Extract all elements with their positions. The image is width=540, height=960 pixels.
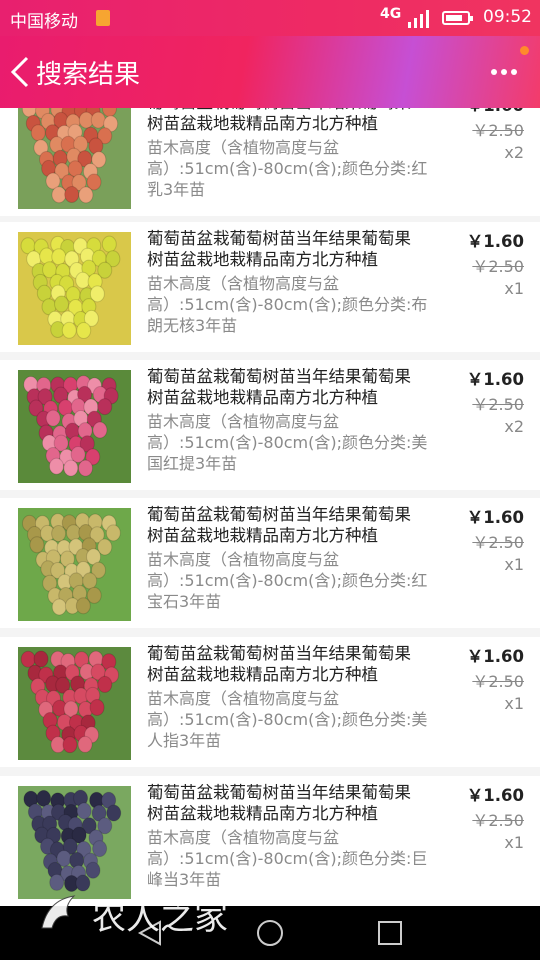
- product-spec: 苗木高度（含植物高度与盆高）:51cm(含)-80cm(含);颜色分类:美国红提…: [147, 412, 428, 473]
- product-spec: 苗木高度（含植物高度与盆高）:51cm(含)-80cm(含);颜色分类:红宝石3…: [147, 550, 428, 611]
- product-name: 葡萄苗盆栽葡萄树苗当年结果葡萄果树苗盆栽地栽精品南方北方种植: [147, 783, 411, 823]
- list-item[interactable]: 葡萄苗盆栽葡萄树苗当年结果葡萄果树苗盆栽地栽精品南方北方种植 苗木高度（含植物高…: [0, 637, 540, 767]
- list-item[interactable]: 葡萄苗盆栽葡萄树苗当年结果葡萄果树苗盆栽地栽精品南方北方种植 苗木高度（含植物高…: [0, 108, 540, 216]
- list-item[interactable]: 葡萄苗盆栽葡萄树苗当年结果葡萄果树苗盆栽地栽精品南方北方种植 苗木高度（含植物高…: [0, 222, 540, 352]
- clock: 09:52: [483, 7, 532, 27]
- chevron-left-icon[interactable]: [8, 55, 32, 89]
- product-name: 葡萄苗盆栽葡萄树苗当年结果葡萄果树苗盆栽地栽精品南方北方种植: [147, 108, 411, 133]
- watermark-logo-icon: [41, 895, 76, 929]
- product-image: [18, 370, 131, 483]
- circle-home-icon[interactable]: [256, 919, 284, 947]
- product-image: [18, 647, 131, 760]
- product-quantity: x2: [504, 143, 524, 162]
- list-item[interactable]: 葡萄苗盆栽葡萄树苗当年结果葡萄果树苗盆栽地栽精品南方北方种植 苗木高度（含植物高…: [0, 360, 540, 490]
- product-price: ￥1.60: [466, 508, 524, 527]
- original-price: ￥2.50: [472, 257, 524, 276]
- product-spec: 苗木高度（含植物高度与盆高）:51cm(含)-80cm(含);颜色分类:巨峰当3…: [147, 828, 428, 889]
- product-image: [18, 508, 131, 621]
- more-dots-icon[interactable]: [488, 58, 520, 86]
- page-title: 搜索结果: [36, 60, 141, 90]
- product-price: ￥1.60: [466, 370, 524, 389]
- product-spec: 苗木高度（含植物高度与盆高）:51cm(含)-80cm(含);颜色分类:布朗无核…: [147, 274, 428, 335]
- product-name: 葡萄苗盆栽葡萄树苗当年结果葡萄果树苗盆栽地栽精品南方北方种植: [147, 644, 411, 684]
- product-price: ￥1.60: [466, 232, 524, 251]
- product-quantity: x1: [504, 833, 524, 852]
- original-price: ￥2.50: [472, 672, 524, 691]
- carrier-label: 中国移动: [10, 12, 78, 32]
- product-quantity: x1: [504, 555, 524, 574]
- original-price: ￥2.50: [472, 533, 524, 552]
- network-type-label: 4G: [380, 6, 402, 22]
- product-image: [18, 108, 131, 209]
- list-item[interactable]: 葡萄苗盆栽葡萄树苗当年结果葡萄果树苗盆栽地栽精品南方北方种植 苗木高度（含植物高…: [0, 498, 540, 628]
- original-price: ￥2.50: [472, 811, 524, 830]
- original-price: ￥2.50: [472, 395, 524, 414]
- app-header: 搜索结果: [0, 36, 540, 108]
- product-image: [18, 232, 131, 345]
- product-spec: 苗木高度（含植物高度与盆高）:51cm(含)-80cm(含);颜色分类:美人指3…: [147, 689, 428, 750]
- product-quantity: x1: [504, 694, 524, 713]
- product-spec: 苗木高度（含植物高度与盆高）:51cm(含)-80cm(含);颜色分类:红乳3年…: [147, 138, 428, 199]
- watermark-text: 农人之家: [92, 898, 228, 938]
- original-price: ￥2.50: [472, 121, 524, 140]
- square-recent-icon[interactable]: [377, 920, 403, 946]
- product-price: ￥1.60: [467, 108, 524, 116]
- sim-card-icon: [96, 10, 110, 26]
- watermark: 农人之家: [34, 882, 234, 942]
- product-name: 葡萄苗盆栽葡萄树苗当年结果葡萄果树苗盆栽地栽精品南方北方种植: [147, 505, 411, 545]
- notification-dot: [520, 46, 529, 55]
- battery-icon: [442, 11, 473, 25]
- product-name: 葡萄苗盆栽葡萄树苗当年结果葡萄果树苗盆栽地栽精品南方北方种植: [147, 367, 411, 407]
- status-bar: 中国移动 4G 09:52: [0, 0, 540, 36]
- product-price: ￥1.60: [466, 647, 524, 666]
- signal-icon: [408, 10, 429, 28]
- product-price: ￥1.60: [466, 786, 524, 805]
- search-results-list[interactable]: 葡萄苗盆栽葡萄树苗当年结果葡萄果树苗盆栽地栽精品南方北方种植 苗木高度（含植物高…: [0, 108, 540, 906]
- product-quantity: x1: [504, 279, 524, 298]
- product-quantity: x2: [504, 417, 524, 436]
- product-name: 葡萄苗盆栽葡萄树苗当年结果葡萄果树苗盆栽地栽精品南方北方种植: [147, 229, 411, 269]
